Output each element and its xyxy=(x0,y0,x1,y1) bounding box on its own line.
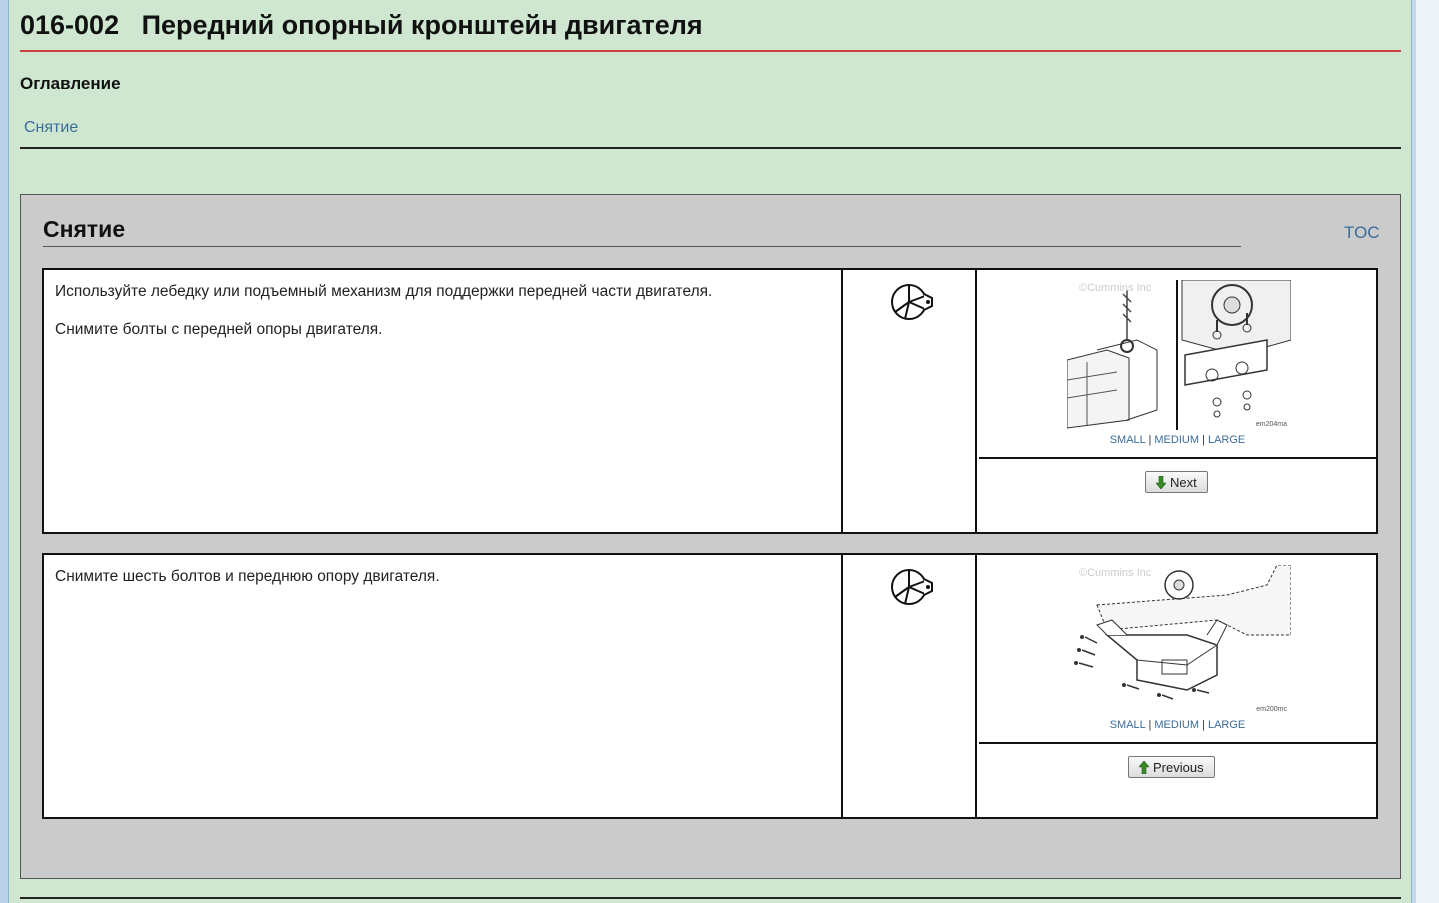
document-code: 016-002 xyxy=(20,10,120,40)
previous-button[interactable]: Previous xyxy=(1128,756,1215,778)
size-large-link[interactable]: LARGE xyxy=(1208,434,1245,446)
title-divider xyxy=(20,50,1401,52)
figure-code: em200mc xyxy=(1256,706,1287,713)
step-icon-cell xyxy=(845,555,977,817)
figure-watermark: ©Cummins Inc xyxy=(1079,567,1152,579)
document-title: Передний опорный кронштейн двигателя xyxy=(141,10,703,40)
scrollbar-thumb[interactable] xyxy=(1416,0,1439,903)
step-text-cell: Снимите шесть болтов и переднюю опору дв… xyxy=(44,555,843,817)
step-instruction: Снимите шесть болтов и переднюю опору дв… xyxy=(55,568,440,585)
step-row-2: Снимите шесть болтов и переднюю опору дв… xyxy=(42,553,1378,819)
size-small-link[interactable]: SMALL xyxy=(1110,434,1146,446)
toc-link-removal[interactable]: Снятие xyxy=(24,119,78,137)
figure-code: em204ma xyxy=(1255,421,1287,428)
cell-divider xyxy=(979,457,1376,459)
section-divider xyxy=(43,246,1241,247)
step-instruction: Снимите болты с передней опоры двигателя… xyxy=(55,321,383,338)
section-title: Снятие xyxy=(43,216,126,242)
toc-heading: Оглавление xyxy=(20,74,121,93)
arrow-down-icon xyxy=(1156,475,1166,489)
size-medium-link[interactable]: MEDIUM xyxy=(1154,719,1199,731)
wrench-tool-icon xyxy=(891,284,933,320)
step-image-cell: ©Cummins Inc em204ma SMALL | MEDIUM | LA… xyxy=(979,270,1376,532)
size-small-link[interactable]: SMALL xyxy=(1110,719,1146,731)
figure-watermark: ©Cummins Inc xyxy=(1079,282,1152,294)
next-button-label: Next xyxy=(1170,474,1197,490)
front-support-figure xyxy=(1067,564,1292,715)
toc-back-link[interactable]: TOC xyxy=(1344,223,1380,243)
previous-button-label: Previous xyxy=(1153,759,1204,775)
toc-divider xyxy=(20,147,1401,149)
image-size-links: SMALL | MEDIUM | LARGE xyxy=(1109,719,1246,731)
size-medium-link[interactable]: MEDIUM xyxy=(1154,434,1199,446)
step-icon-cell xyxy=(845,270,977,532)
step-image-cell: ©Cummins Inc em200mc SMALL | MEDIUM | LA… xyxy=(979,555,1376,817)
image-size-links: SMALL | MEDIUM | LARGE xyxy=(1109,434,1246,446)
size-large-link[interactable]: LARGE xyxy=(1208,719,1245,731)
removal-section: Снятие TOC Используйте лебедку или подъе… xyxy=(20,194,1401,879)
step-row-1: Используйте лебедку или подъемный механи… xyxy=(42,268,1378,534)
engine-hoist-figure xyxy=(1066,279,1292,430)
step-text-cell: Используйте лебедку или подъемный механи… xyxy=(44,270,843,532)
step-figure[interactable]: ©Cummins Inc em204ma xyxy=(1066,279,1292,430)
next-button[interactable]: Next xyxy=(1145,471,1208,493)
cell-divider xyxy=(979,742,1376,744)
window-frame-left xyxy=(0,0,9,903)
wrench-tool-icon xyxy=(891,569,933,605)
bottom-divider xyxy=(20,897,1401,899)
step-figure[interactable]: ©Cummins Inc em200mc xyxy=(1067,564,1292,715)
page-title: 016-002 Передний опорный кронштейн двига… xyxy=(20,10,703,41)
arrow-up-icon xyxy=(1139,760,1149,774)
step-instruction: Используйте лебедку или подъемный механи… xyxy=(55,283,713,300)
